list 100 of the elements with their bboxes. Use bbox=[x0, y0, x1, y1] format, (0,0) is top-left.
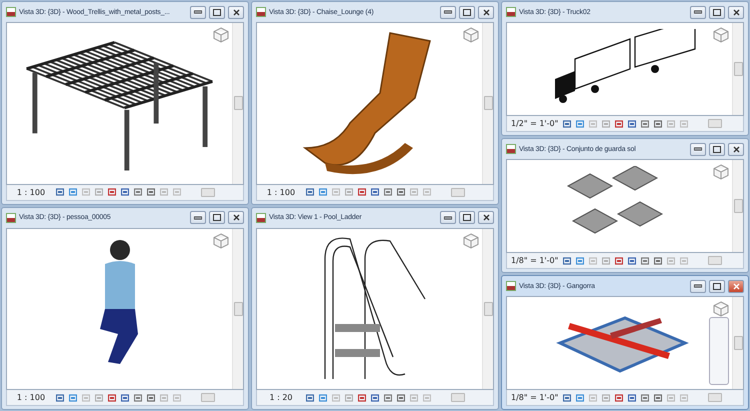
document-icon bbox=[256, 212, 266, 222]
view-control-icon[interactable] bbox=[563, 256, 572, 264]
view-control-icon[interactable] bbox=[397, 188, 405, 196]
view-control-icon[interactable] bbox=[397, 394, 405, 402]
view-control-icon[interactable] bbox=[641, 256, 650, 264]
close-button[interactable] bbox=[228, 211, 244, 224]
maximize-button[interactable] bbox=[709, 6, 725, 18]
maximize-icon bbox=[713, 146, 721, 152]
view-control-icon[interactable] bbox=[641, 394, 650, 402]
view-control-icon[interactable] bbox=[654, 256, 662, 264]
minimize-button[interactable] bbox=[690, 280, 706, 292]
navigation-bar[interactable] bbox=[709, 317, 729, 385]
minimize-button[interactable] bbox=[190, 211, 206, 224]
scale-label[interactable]: 1 : 100 bbox=[261, 188, 301, 196]
maximize-icon bbox=[463, 8, 471, 16]
view-cube-icon[interactable] bbox=[213, 232, 229, 248]
scale-label[interactable]: 1/2" = 1'-0" bbox=[511, 119, 558, 128]
view-control-icon[interactable] bbox=[69, 188, 77, 196]
close-button[interactable] bbox=[228, 6, 244, 18]
view-cube-icon[interactable] bbox=[463, 27, 479, 43]
maximize-button[interactable] bbox=[709, 280, 725, 292]
scale-label[interactable]: 1 : 20 bbox=[261, 393, 301, 402]
view-control-icon[interactable] bbox=[147, 188, 155, 196]
view-control-icon[interactable] bbox=[576, 120, 584, 128]
close-icon bbox=[232, 8, 240, 16]
view-control-icon[interactable] bbox=[654, 120, 662, 128]
vertical-scrollbar[interactable] bbox=[732, 160, 743, 252]
minimize-button[interactable] bbox=[440, 211, 456, 224]
view-control-icon[interactable] bbox=[134, 394, 142, 402]
minimize-icon bbox=[194, 10, 202, 14]
view-control-icon[interactable] bbox=[56, 394, 64, 402]
view-cube-icon[interactable] bbox=[713, 301, 729, 317]
maximize-button[interactable] bbox=[209, 211, 225, 224]
viewport[interactable] bbox=[506, 22, 744, 116]
view-control-icon[interactable] bbox=[628, 256, 636, 264]
maximize-button[interactable] bbox=[459, 6, 475, 18]
minimize-button[interactable] bbox=[690, 142, 706, 156]
view-control-icon[interactable] bbox=[615, 394, 624, 402]
maximize-icon bbox=[213, 214, 221, 221]
vertical-scrollbar[interactable] bbox=[732, 23, 743, 115]
view-control-icon[interactable] bbox=[654, 394, 662, 402]
scale-label[interactable]: 1/8" = 1'-0" bbox=[511, 393, 558, 402]
view-control-icon[interactable] bbox=[615, 120, 624, 128]
maximize-button[interactable] bbox=[209, 6, 225, 18]
view-cube-icon[interactable] bbox=[713, 27, 729, 43]
scale-label[interactable]: 1 : 100 bbox=[11, 188, 51, 196]
close-button[interactable] bbox=[478, 211, 494, 224]
scale-label[interactable]: 1/8" = 1'-0" bbox=[511, 256, 558, 265]
view-control-icon[interactable] bbox=[319, 188, 327, 196]
vertical-scrollbar[interactable] bbox=[482, 23, 493, 184]
minimize-button[interactable] bbox=[190, 6, 206, 18]
document-icon bbox=[506, 7, 516, 17]
minimize-icon bbox=[444, 10, 452, 14]
maximize-button[interactable] bbox=[709, 142, 725, 156]
minimize-button[interactable] bbox=[440, 6, 456, 18]
close-icon bbox=[482, 8, 490, 16]
view-control-icon[interactable] bbox=[371, 188, 379, 196]
view-control-icon[interactable] bbox=[358, 188, 366, 196]
minimize-button[interactable] bbox=[690, 6, 706, 18]
view-cube-icon[interactable] bbox=[463, 232, 479, 248]
view-cube-icon[interactable] bbox=[213, 27, 229, 43]
scale-label[interactable]: 1 : 100 bbox=[11, 393, 51, 402]
view-control-icon[interactable] bbox=[563, 120, 572, 128]
view-control-icon[interactable] bbox=[384, 188, 392, 196]
view-control-icon[interactable] bbox=[319, 394, 327, 402]
close-button[interactable] bbox=[728, 6, 744, 18]
view-control-icon[interactable] bbox=[108, 188, 116, 196]
view-control-icon[interactable] bbox=[371, 394, 379, 402]
view-control-icon[interactable] bbox=[147, 394, 155, 402]
view-control-icon[interactable] bbox=[56, 188, 64, 196]
close-button[interactable] bbox=[728, 142, 744, 156]
view-control-icon[interactable] bbox=[121, 188, 129, 196]
view-control-icon[interactable] bbox=[108, 394, 116, 402]
view-control-icon[interactable] bbox=[628, 120, 636, 128]
view-control-icon[interactable] bbox=[628, 394, 636, 402]
view-control-icon[interactable] bbox=[306, 394, 314, 402]
view-control-icon[interactable] bbox=[306, 188, 314, 196]
view-control-icon[interactable] bbox=[384, 394, 392, 402]
viewport[interactable] bbox=[256, 22, 494, 184]
maximize-icon bbox=[713, 282, 721, 290]
view-control-icon[interactable] bbox=[615, 256, 624, 264]
vertical-scrollbar[interactable] bbox=[232, 228, 243, 389]
maximize-button[interactable] bbox=[459, 211, 475, 224]
view-control-icon[interactable] bbox=[576, 256, 584, 264]
view-control-icon[interactable] bbox=[576, 394, 584, 402]
view-control-icon[interactable] bbox=[641, 120, 650, 128]
close-icon bbox=[232, 214, 240, 221]
viewport[interactable] bbox=[6, 228, 244, 390]
minimize-icon bbox=[444, 216, 452, 220]
view-cube-icon[interactable] bbox=[713, 164, 729, 180]
view-control-icon[interactable] bbox=[358, 394, 366, 402]
vertical-scrollbar[interactable] bbox=[232, 23, 243, 184]
close-button[interactable] bbox=[478, 6, 494, 18]
view-control-icon[interactable] bbox=[69, 394, 77, 402]
vertical-scrollbar[interactable] bbox=[482, 228, 493, 389]
view-control-icon[interactable] bbox=[134, 188, 142, 196]
vertical-scrollbar[interactable] bbox=[732, 297, 743, 389]
view-control-icon[interactable] bbox=[563, 394, 572, 402]
minimize-icon bbox=[694, 147, 702, 151]
view-control-icon[interactable] bbox=[121, 394, 129, 402]
